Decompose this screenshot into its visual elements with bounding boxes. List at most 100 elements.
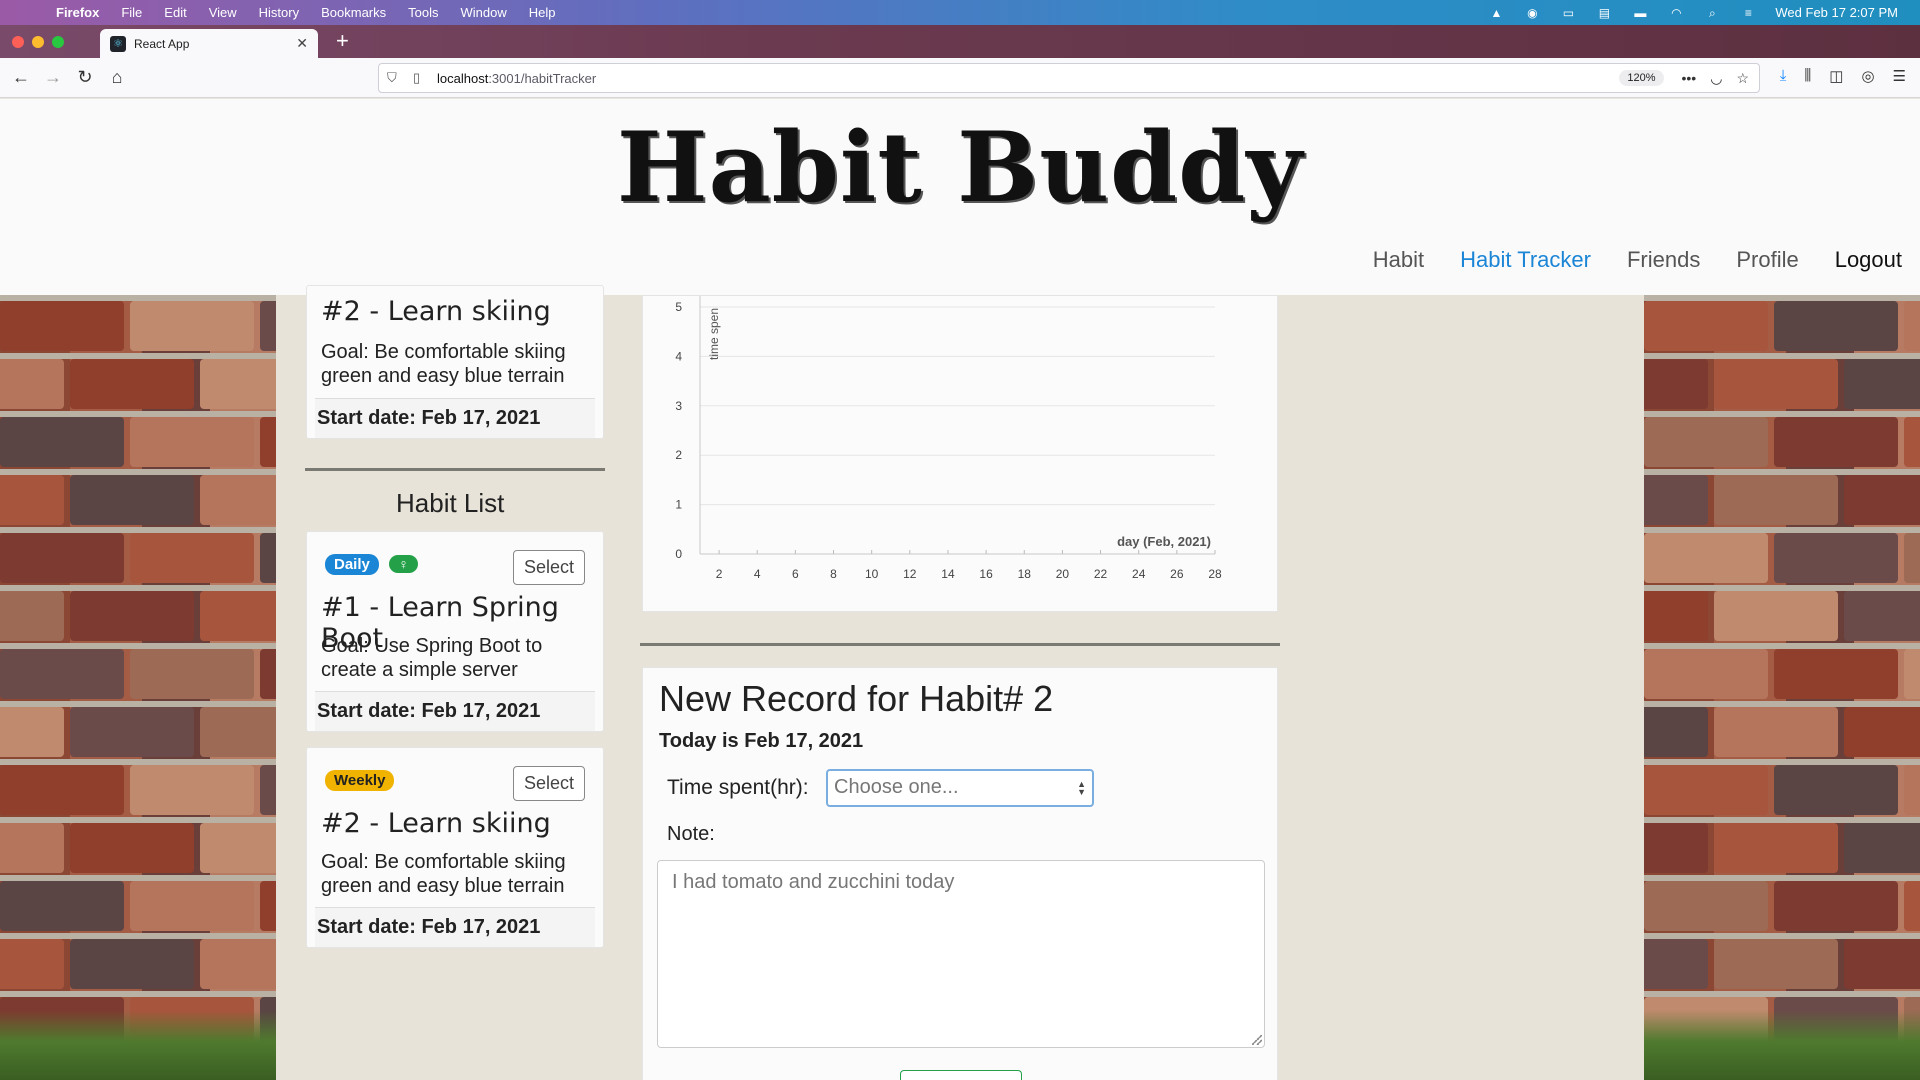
habit-2-goal-line2: green and easy blue terrain bbox=[321, 875, 565, 897]
brick bbox=[1714, 823, 1838, 873]
habit-list-item: Daily ♀ Select #1 - Learn Spring Boot Go… bbox=[306, 531, 604, 732]
bookmark-star-icon[interactable]: ☆ bbox=[1736, 70, 1749, 87]
menu-help[interactable]: Help bbox=[529, 5, 556, 20]
selected-habit-goal-line2: green and easy blue terrain bbox=[321, 365, 565, 387]
y-tick-label: 5 bbox=[675, 300, 682, 314]
nav-habit-tracker[interactable]: Habit Tracker bbox=[1460, 247, 1591, 273]
note-text: I had tomato and zucchini today bbox=[672, 871, 955, 893]
zoom-level-badge[interactable]: 120% bbox=[1619, 70, 1664, 86]
brick bbox=[0, 881, 124, 931]
nav-logout[interactable]: Logout bbox=[1835, 247, 1902, 273]
weekly-badge: Weekly bbox=[325, 770, 395, 791]
downloads-icon[interactable]: ⤓ bbox=[1780, 67, 1787, 85]
time-spent-select[interactable]: Choose one... ▲ ▼ bbox=[826, 769, 1094, 807]
x-tick-label: 20 bbox=[1056, 567, 1070, 581]
center-divider bbox=[640, 643, 1280, 646]
nav-habit[interactable]: Habit bbox=[1373, 247, 1424, 273]
brick bbox=[1904, 533, 1920, 583]
app-menu-icon[interactable]: ☰ bbox=[1893, 67, 1906, 85]
brick bbox=[1714, 359, 1838, 409]
tracking-shield-icon[interactable]: ⛉ bbox=[387, 70, 403, 86]
web-page: Habit Buddy Habit Habit Tracker Friends … bbox=[0, 99, 1920, 1080]
url-bar[interactable]: ⛉ ▯ localhost:3001/habitTracker 120% •••… bbox=[378, 63, 1760, 93]
brick bbox=[70, 707, 194, 757]
new-tab-button[interactable]: + bbox=[336, 28, 349, 54]
page-actions-icon[interactable]: ••• bbox=[1682, 70, 1697, 87]
browser-toolbar: ← → ↻ ⌂ ⛉ ▯ localhost:3001/habitTracker … bbox=[0, 58, 1920, 98]
browser-tab-active[interactable]: ⚛ React App ✕ bbox=[100, 29, 318, 58]
y-tick-label: 3 bbox=[675, 399, 682, 413]
minimize-window-button[interactable] bbox=[32, 36, 44, 48]
menu-history[interactable]: History bbox=[259, 5, 299, 20]
spotlight-search-icon[interactable]: ⌕ bbox=[1703, 6, 1721, 20]
award-icon: ♀ bbox=[389, 555, 418, 573]
record-title: New Record for Habit# 2 bbox=[659, 678, 1054, 719]
brick bbox=[1644, 823, 1708, 873]
x-tick-label: 24 bbox=[1132, 567, 1146, 581]
x-tick-label: 16 bbox=[979, 567, 993, 581]
page-info-icon[interactable]: ▯ bbox=[413, 70, 427, 86]
close-window-button[interactable] bbox=[12, 36, 24, 48]
us-flag-icon[interactable]: ▤ bbox=[1595, 6, 1613, 20]
menu-app-name[interactable]: Firefox bbox=[56, 5, 99, 20]
control-center-icon[interactable]: ≡ bbox=[1739, 6, 1757, 20]
react-favicon-icon: ⚛ bbox=[110, 35, 126, 52]
habit-list-title: Habit List bbox=[396, 488, 505, 518]
nav-profile[interactable]: Profile bbox=[1736, 247, 1798, 273]
forward-arrow-icon[interactable]: → bbox=[38, 63, 68, 93]
brick bbox=[1774, 301, 1898, 351]
menubar-clock[interactable]: Wed Feb 17 2:07 PM bbox=[1775, 5, 1898, 20]
zoom-window-button[interactable] bbox=[52, 36, 64, 48]
sidebar-icon[interactable]: ◫ bbox=[1829, 67, 1843, 85]
library-icon[interactable]: ⫼ bbox=[1804, 67, 1811, 85]
brick bbox=[1714, 707, 1838, 757]
url-host: localhost bbox=[437, 70, 489, 86]
select-habit-1-button[interactable]: Select bbox=[512, 550, 585, 585]
selected-habit-goal-line1: Goal: Be comfortable skiing bbox=[321, 341, 566, 363]
brick bbox=[0, 765, 124, 815]
brick bbox=[130, 301, 254, 351]
selected-habit-start-date: Start date: Feb 17, 2021 bbox=[315, 398, 595, 438]
wifi-icon[interactable]: ◠ bbox=[1667, 6, 1685, 20]
x-tick-label: 8 bbox=[830, 567, 837, 581]
brick bbox=[1904, 881, 1920, 931]
brick bbox=[200, 823, 276, 873]
brick bbox=[1644, 475, 1708, 525]
keyboard-icon[interactable]: ▭ bbox=[1559, 6, 1577, 20]
select-arrows-icon: ▲ ▼ bbox=[1077, 779, 1086, 797]
menu-edit[interactable]: Edit bbox=[164, 5, 186, 20]
docker-icon[interactable]: ▲ bbox=[1487, 6, 1505, 20]
grass-right bbox=[1644, 1010, 1920, 1080]
brick bbox=[260, 881, 276, 931]
close-tab-icon[interactable]: ✕ bbox=[296, 35, 308, 52]
brick-wall-right bbox=[1644, 295, 1920, 1080]
account-icon[interactable]: ◎ bbox=[1861, 67, 1874, 85]
brick bbox=[1644, 707, 1708, 757]
back-arrow-icon[interactable]: ← bbox=[6, 63, 36, 93]
brick bbox=[0, 417, 124, 467]
pocket-icon[interactable]: ◡ bbox=[1710, 70, 1722, 87]
note-textarea[interactable]: I had tomato and zucchini today bbox=[657, 860, 1265, 1048]
x-tick-label: 12 bbox=[903, 567, 917, 581]
menu-file[interactable]: File bbox=[121, 5, 142, 20]
select-habit-2-button[interactable]: Select bbox=[512, 766, 585, 801]
menu-bookmarks[interactable]: Bookmarks bbox=[321, 5, 386, 20]
resize-grip-icon[interactable] bbox=[1252, 1035, 1262, 1045]
menu-window[interactable]: Window bbox=[461, 5, 507, 20]
daily-badge: Daily bbox=[325, 554, 379, 575]
reload-icon[interactable]: ↻ bbox=[70, 63, 100, 93]
nav-friends[interactable]: Friends bbox=[1627, 247, 1700, 273]
menu-tools[interactable]: Tools bbox=[408, 5, 438, 20]
x-tick-label: 10 bbox=[865, 567, 879, 581]
battery-icon[interactable]: ▬ bbox=[1631, 6, 1649, 20]
brick bbox=[1714, 939, 1838, 989]
home-icon[interactable]: ⌂ bbox=[102, 63, 132, 93]
y-tick-label: 0 bbox=[675, 547, 682, 561]
menu-view[interactable]: View bbox=[209, 5, 237, 20]
brick bbox=[1774, 765, 1898, 815]
add-record-button[interactable] bbox=[900, 1070, 1022, 1080]
brick bbox=[1844, 475, 1920, 525]
onepassword-icon[interactable]: ◉ bbox=[1523, 6, 1541, 20]
brick bbox=[130, 765, 254, 815]
brick bbox=[1714, 591, 1838, 641]
